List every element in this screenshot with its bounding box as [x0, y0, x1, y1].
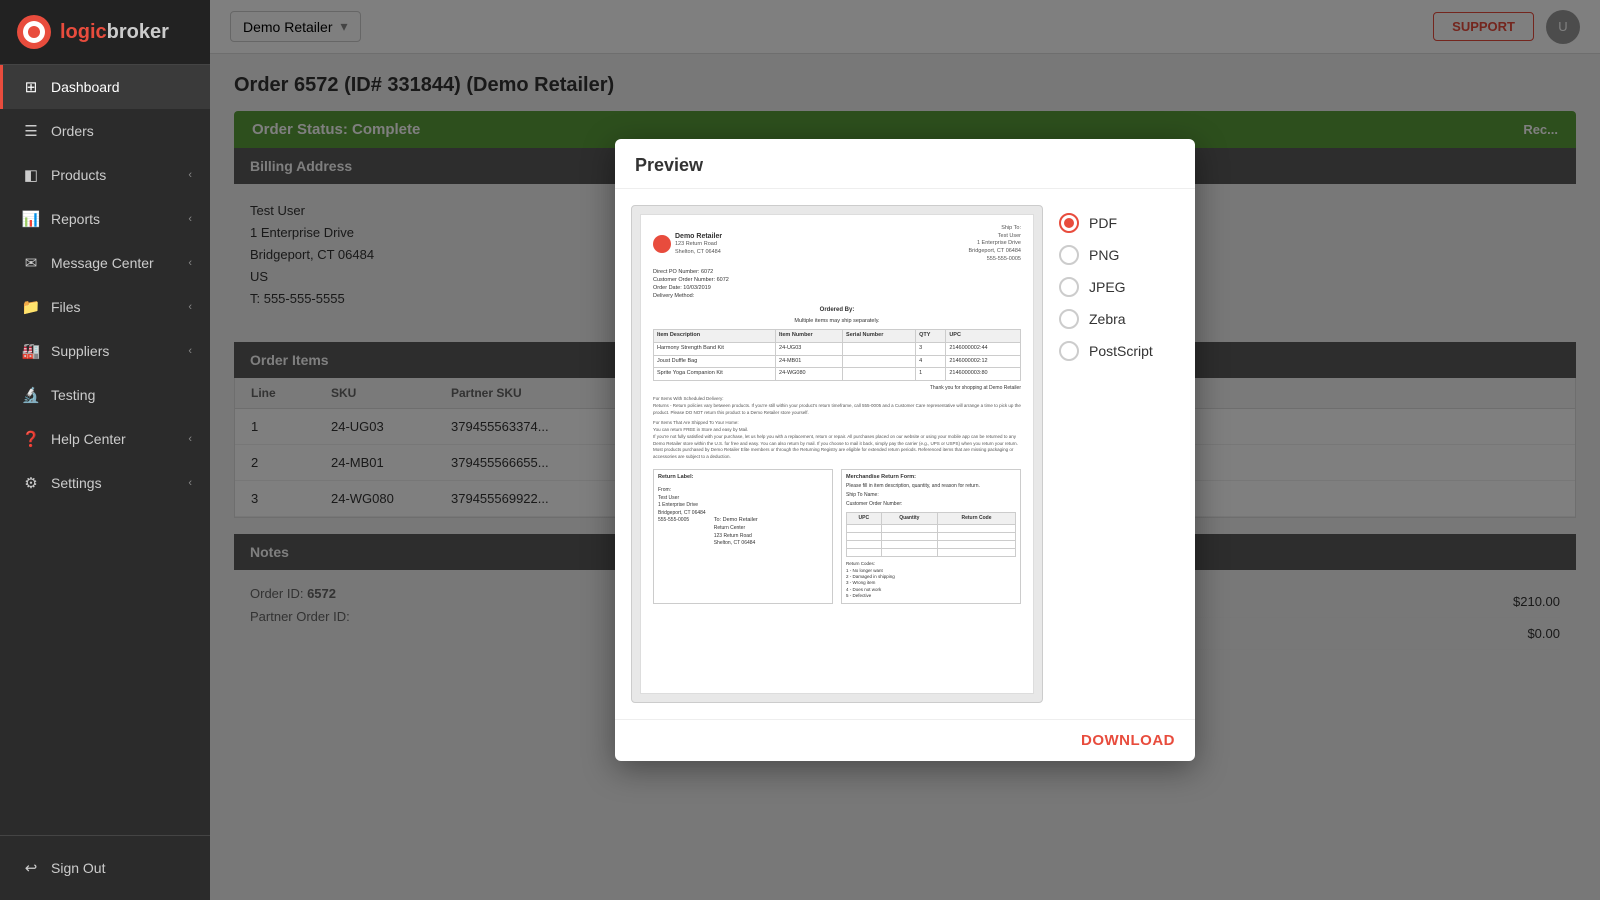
sidebar-item-label: Sign Out — [51, 860, 105, 876]
doc-ship-to-name: Ship To: — [969, 225, 1022, 233]
sidebar: logicbroker ⊞ Dashboard ☰ Orders ◧ Produ… — [0, 0, 210, 900]
doc-company-address: 123 Return Road — [675, 241, 722, 249]
sidebar-item-label: Message Center — [51, 255, 154, 271]
sidebar-item-suppliers[interactable]: 🏭 Suppliers ‹ — [0, 329, 210, 373]
chevron-icon: ‹ — [188, 433, 192, 445]
sidebar-item-orders[interactable]: ☰ Orders — [0, 109, 210, 153]
doc-logo-circle — [653, 235, 671, 253]
sidebar-item-label: Settings — [51, 475, 102, 491]
chevron-icon: ‹ — [188, 213, 192, 225]
sidebar-item-reports[interactable]: 📊 Reports ‹ — [0, 197, 210, 241]
format-option-zebra[interactable]: Zebra — [1059, 309, 1179, 329]
modal-overlay[interactable]: Preview Demo Retailer 123 Return Road — [210, 0, 1600, 900]
download-button[interactable]: DOWNLOAD — [1081, 732, 1175, 749]
doc-thank-you: Thank you for shopping at Demo Retailer — [653, 385, 1021, 392]
chevron-icon: ‹ — [188, 477, 192, 489]
radio-pdf[interactable] — [1059, 213, 1079, 233]
radio-jpeg[interactable] — [1059, 277, 1079, 297]
sidebar-item-message-center[interactable]: ✉ Message Center ‹ — [0, 241, 210, 285]
sidebar-item-label: Testing — [51, 387, 95, 403]
modal-header: Preview — [615, 139, 1195, 189]
format-pdf-label: PDF — [1089, 215, 1117, 231]
format-option-png[interactable]: PNG — [1059, 245, 1179, 265]
orders-icon: ☰ — [21, 122, 41, 140]
settings-icon: ⚙ — [21, 474, 41, 492]
sidebar-item-signout[interactable]: ↩ Sign Out — [0, 846, 210, 890]
chevron-icon: ‹ — [188, 169, 192, 181]
chevron-icon: ‹ — [188, 257, 192, 269]
sidebar-item-products[interactable]: ◧ Products ‹ — [0, 153, 210, 197]
doc-company-name: Demo Retailer — [675, 232, 722, 242]
modal-footer: DOWNLOAD — [615, 719, 1195, 761]
modal-format-options: PDF PNG JPEG Zebra — [1059, 205, 1179, 703]
format-option-pdf[interactable]: PDF — [1059, 213, 1179, 233]
doc-merch-table: UPC Quantity Return Code — [846, 512, 1016, 557]
doc-items-table: Item Description Item Number Serial Numb… — [653, 329, 1021, 381]
sidebar-logo[interactable]: logicbroker — [0, 0, 210, 65]
dashboard-icon: ⊞ — [21, 78, 41, 96]
format-jpeg-label: JPEG — [1089, 279, 1126, 295]
modal-body: Demo Retailer 123 Return Road Shelton, C… — [615, 189, 1195, 719]
sidebar-item-label: Files — [51, 299, 81, 315]
products-icon: ◧ — [21, 166, 41, 184]
doc-return-label: Return Label: From: Test User 1 Enterpri… — [653, 469, 833, 604]
sidebar-item-label: Reports — [51, 211, 100, 227]
testing-icon: 🔬 — [21, 386, 41, 404]
signout-icon: ↩ — [21, 859, 41, 877]
sidebar-item-label: Suppliers — [51, 343, 109, 359]
doc-info-grid: Direct PO Number: 6072 Customer Order Nu… — [653, 269, 1021, 300]
modal-title: Preview — [635, 155, 703, 176]
radio-zebra[interactable] — [1059, 309, 1079, 329]
doc-return-codes: Return Codes: 1 - No longer want 2 - Dam… — [846, 561, 1016, 599]
doc-fine-print-delivery: For Items With Scheduled Delivery: Retur… — [653, 396, 1021, 416]
logo-text: logicbroker — [60, 21, 169, 44]
chevron-icon: ‹ — [188, 301, 192, 313]
format-option-postscript[interactable]: PostScript — [1059, 341, 1179, 361]
sidebar-item-label: Help Center — [51, 431, 126, 447]
format-option-jpeg[interactable]: JPEG — [1059, 277, 1179, 297]
modal-preview-area: Demo Retailer 123 Return Road Shelton, C… — [631, 205, 1043, 703]
radio-postscript[interactable] — [1059, 341, 1079, 361]
logo-icon — [16, 14, 52, 50]
format-postscript-label: PostScript — [1089, 343, 1153, 359]
radio-png[interactable] — [1059, 245, 1079, 265]
preview-modal: Preview Demo Retailer 123 Return Road — [615, 139, 1195, 761]
sidebar-item-testing[interactable]: 🔬 Testing — [0, 373, 210, 417]
message-icon: ✉ — [21, 254, 41, 272]
sidebar-item-label: Orders — [51, 123, 94, 139]
sidebar-item-files[interactable]: 📁 Files ‹ — [0, 285, 210, 329]
sidebar-bottom: ↩ Sign Out — [0, 835, 210, 900]
sidebar-item-label: Products — [51, 167, 106, 183]
help-icon: ❓ — [21, 430, 41, 448]
doc-fine-print-home: For Items That Are Shipped To Your Home:… — [653, 420, 1021, 461]
sidebar-item-dashboard[interactable]: ⊞ Dashboard — [0, 65, 210, 109]
doc-company-city: Shelton, CT 06484 — [675, 249, 722, 257]
format-png-label: PNG — [1089, 247, 1119, 263]
document-preview: Demo Retailer 123 Return Road Shelton, C… — [640, 214, 1034, 694]
reports-icon: 📊 — [21, 210, 41, 228]
chevron-icon: ‹ — [188, 345, 192, 357]
doc-returns-section: Return Label: From: Test User 1 Enterpri… — [653, 469, 1021, 604]
files-icon: 📁 — [21, 298, 41, 316]
sidebar-item-label: Dashboard — [51, 79, 120, 95]
sidebar-item-help-center[interactable]: ❓ Help Center ‹ — [0, 417, 210, 461]
sidebar-item-settings[interactable]: ⚙ Settings ‹ — [0, 461, 210, 505]
format-zebra-label: Zebra — [1089, 311, 1126, 327]
doc-multiple-items: Multiple items may ship separately. — [653, 318, 1021, 326]
sidebar-nav: ⊞ Dashboard ☰ Orders ◧ Products ‹ 📊 Repo… — [0, 65, 210, 835]
doc-merchandise-return: Merchandise Return Form: Please fill in … — [841, 469, 1021, 604]
suppliers-icon: 🏭 — [21, 342, 41, 360]
doc-ordered-by: Ordered By: — [653, 306, 1021, 314]
main-content: Demo Retailer ▾ SUPPORT U Order 6572 (ID… — [210, 0, 1600, 900]
